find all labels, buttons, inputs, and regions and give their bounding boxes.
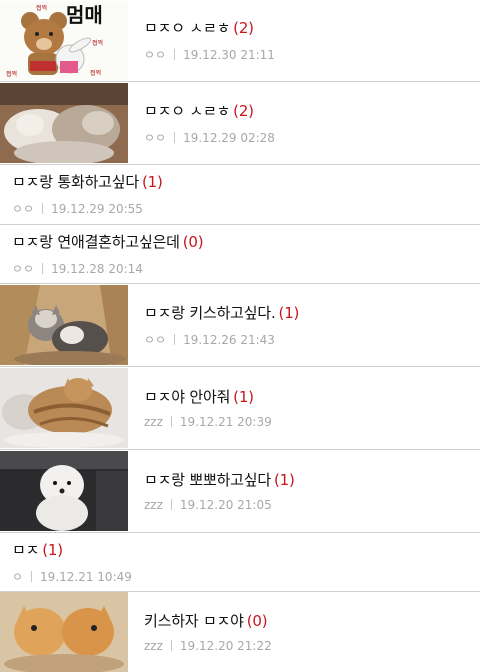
- hugging-cats-photo-icon[interactable]: [0, 368, 128, 448]
- post-title[interactable]: ㅁㅈ랑 연애결혼하고싶은데 (0): [12, 232, 204, 252]
- post-author: ㅇㅇ: [12, 202, 35, 216]
- post-title[interactable]: 키스하자 ㅁㅈ야 (0): [144, 611, 272, 631]
- kissing-kittens-photo-icon[interactable]: [0, 592, 128, 672]
- meta-divider: [42, 262, 44, 274]
- post-date: 19.12.26 21:43: [183, 332, 275, 347]
- post-item[interactable]: ㅁㅈ랑 키스하고싶다. (1) ㅇㅇ 19.12.26 21:43: [0, 284, 480, 367]
- cats-in-box-photo-icon[interactable]: [0, 285, 128, 365]
- meta-divider: [31, 570, 33, 582]
- comment-count: (1): [273, 471, 295, 489]
- meta-divider: [42, 203, 44, 214]
- post-title-text: ㅁㅈ: [12, 540, 40, 559]
- post-title[interactable]: ㅁㅈㅇ ㅅㄹㅎ (2): [144, 101, 275, 121]
- post-author: ㅇ: [12, 569, 24, 584]
- post-item[interactable]: ㅁㅈ (1) ㅇ 19.12.21 10:49: [0, 533, 480, 592]
- post-date: 19.12.21 10:49: [40, 569, 132, 584]
- post-author: zzz: [144, 498, 163, 512]
- sticker-small-text: 쩝쩍: [90, 69, 101, 77]
- post-meta: ㅇㅇ 19.12.30 21:11: [144, 46, 275, 63]
- sticker-small-text: 쩝쩍: [92, 39, 103, 47]
- sticker-big-text: 멈매: [66, 3, 103, 27]
- post-item[interactable]: ㅁㅈ랑 통화하고싶다 (1) ㅇㅇ 19.12.29 20:55: [0, 165, 480, 225]
- post-meta: ㅇㅇ 19.12.29 20:55: [12, 200, 163, 217]
- post-title-text: ㅁㅈ랑 통화하고싶다: [12, 173, 139, 191]
- bear-rabbit-sticker-icon[interactable]: 멈매 쩝쩍 쩝쩍 쩝쩍 쩝쩍: [0, 0, 128, 81]
- comment-count: (1): [278, 303, 300, 322]
- comment-count: (1): [233, 388, 254, 406]
- post-item[interactable]: ㅁㅈㅇ ㅅㄹㅎ (2) ㅇㅇ 19.12.29 02:28: [0, 82, 480, 165]
- post-author: zzz: [144, 415, 163, 429]
- post-item[interactable]: ㅁㅈ야 안아줘 (1) zzz 19.12.21 20:39: [0, 367, 480, 450]
- post-date: 19.12.21 20:39: [179, 415, 272, 429]
- post-title-text: 키스하자 ㅁㅈ야: [144, 612, 244, 630]
- comment-count: (0): [182, 232, 204, 251]
- post-date: 19.12.28 20:14: [51, 261, 143, 276]
- post-meta: zzz 19.12.20 21:05: [144, 498, 295, 512]
- post-item[interactable]: ㅁㅈ랑 뽀뽀하고싶다 (1) zzz 19.12.20 21:05: [0, 450, 480, 533]
- meta-divider: [174, 333, 176, 345]
- post-author: ㅇㅇ: [144, 332, 167, 347]
- comment-count: (2): [233, 101, 254, 120]
- meta-divider: [170, 640, 172, 651]
- comment-count: (1): [141, 173, 163, 191]
- post-meta: zzz 19.12.21 20:39: [144, 415, 272, 429]
- post-title-text: ㅁㅈㅇ ㅅㄹㅎ: [144, 101, 231, 120]
- post-title-text: ㅁㅈ랑 연애결혼하고싶은데: [12, 232, 180, 251]
- post-title[interactable]: ㅁㅈ랑 통화하고싶다 (1): [12, 172, 163, 192]
- sleeping-kittens-photo-icon[interactable]: [0, 83, 128, 163]
- post-meta: ㅇㅇ 19.12.28 20:14: [12, 260, 203, 277]
- post-title[interactable]: ㅁㅈ랑 키스하고싶다. (1): [144, 303, 299, 323]
- post-author: ㅇㅇ: [144, 48, 167, 62]
- meta-divider: [174, 131, 176, 143]
- post-title[interactable]: ㅁㅈㅇ ㅅㄹㅎ (2): [144, 18, 275, 38]
- post-date: 19.12.30 21:11: [183, 48, 275, 62]
- post-meta: ㅇ 19.12.21 10:49: [12, 568, 132, 585]
- post-meta: zzz 19.12.20 21:22: [144, 639, 272, 653]
- post-item[interactable]: 멈매 쩝쩍 쩝쩍 쩝쩍 쩝쩍 ㅁㅈㅇ ㅅㄹㅎ (2) ㅇㅇ 19.12.30 21:…: [0, 0, 480, 82]
- post-meta: ㅇㅇ 19.12.26 21:43: [144, 331, 299, 348]
- post-title-text: ㅁㅈ랑 키스하고싶다.: [144, 303, 276, 322]
- comment-count: (0): [246, 612, 268, 630]
- meta-divider: [170, 416, 172, 427]
- sticker-small-text: 쩝쩍: [6, 70, 17, 78]
- post-title-text: ㅁㅈㅇ ㅅㄹㅎ: [144, 19, 231, 37]
- post-date: 19.12.20 21:05: [179, 498, 272, 512]
- post-item[interactable]: ㅁㅈ랑 연애결혼하고싶은데 (0) ㅇㅇ 19.12.28 20:14: [0, 225, 480, 284]
- post-author: ㅇㅇ: [144, 130, 167, 145]
- post-date: 19.12.29 02:28: [183, 130, 275, 145]
- post-title[interactable]: ㅁㅈ야 안아줘 (1): [144, 387, 272, 407]
- post-author: zzz: [144, 639, 163, 653]
- post-author: ㅇㅇ: [12, 261, 35, 276]
- post-date: 19.12.29 20:55: [51, 202, 143, 216]
- meta-divider: [174, 49, 176, 60]
- post-meta: ㅇㅇ 19.12.29 02:28: [144, 129, 275, 146]
- sticker-small-text: 쩝쩍: [36, 4, 47, 12]
- post-title[interactable]: ㅁㅈ (1): [12, 540, 132, 560]
- white-puppy-photo-icon[interactable]: [0, 451, 128, 531]
- post-date: 19.12.20 21:22: [179, 639, 272, 653]
- post-list: 멈매 쩝쩍 쩝쩍 쩝쩍 쩝쩍 ㅁㅈㅇ ㅅㄹㅎ (2) ㅇㅇ 19.12.30 21:…: [0, 0, 480, 672]
- post-title[interactable]: ㅁㅈ랑 뽀뽀하고싶다 (1): [144, 470, 295, 490]
- comment-count: (1): [42, 540, 63, 559]
- meta-divider: [170, 499, 172, 510]
- comment-count: (2): [233, 19, 254, 37]
- post-item[interactable]: 키스하자 ㅁㅈ야 (0) zzz 19.12.20 21:22: [0, 592, 480, 672]
- post-title-text: ㅁㅈ야 안아줘: [144, 388, 231, 406]
- post-title-text: ㅁㅈ랑 뽀뽀하고싶다: [144, 471, 271, 489]
